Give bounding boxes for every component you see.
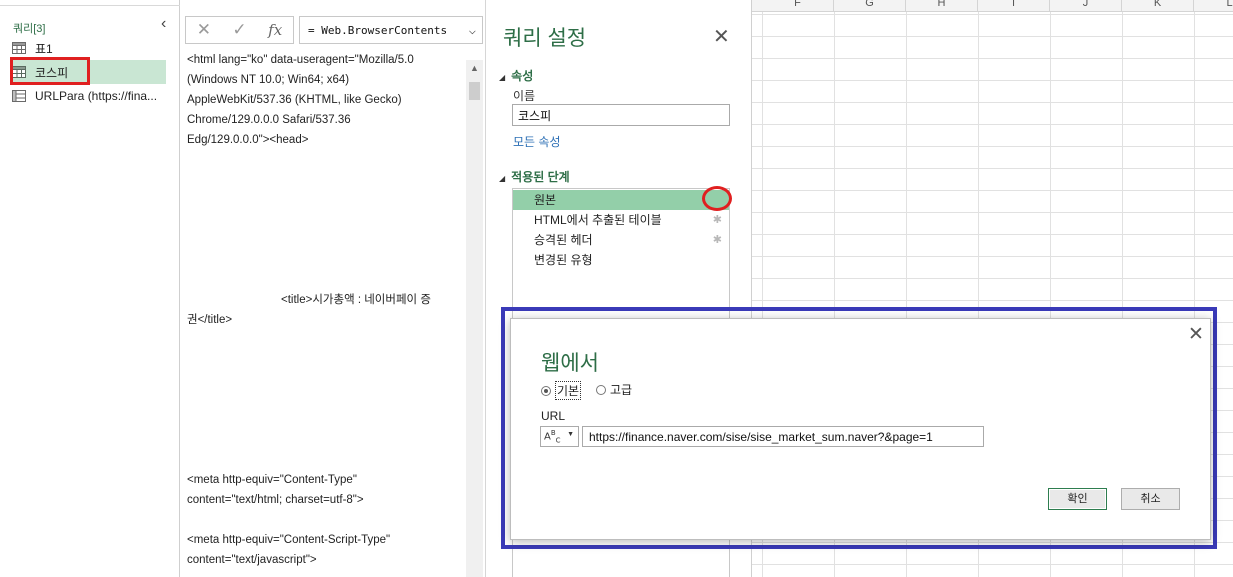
all-properties-link[interactable]: 모든 속성 bbox=[513, 133, 561, 150]
query-item-urlpara[interactable]: URLPara (https://fina... bbox=[12, 84, 166, 108]
table-icon bbox=[12, 42, 26, 54]
url-label: URL bbox=[541, 409, 566, 423]
preview-line: (Windows NT 10.0; Win64; x64) bbox=[187, 74, 350, 86]
column-header-g[interactable]: G bbox=[834, 0, 906, 12]
close-icon[interactable]: ✕ bbox=[713, 24, 730, 49]
scroll-up-arrow-icon[interactable]: ▲ bbox=[470, 63, 479, 73]
dialog-title: 웹에서 bbox=[541, 352, 599, 375]
abc-type-icon: ABC bbox=[544, 428, 561, 445]
radio-label: 기본 bbox=[555, 381, 582, 400]
column-header-i[interactable]: I bbox=[978, 0, 1050, 12]
cancel-button[interactable]: 취소 bbox=[1121, 488, 1180, 510]
step-label: 원본 bbox=[534, 193, 557, 207]
radio-basic[interactable]: 기본 bbox=[541, 381, 582, 400]
formula-controls: ✕ ✓ fx bbox=[185, 16, 294, 44]
preview-line: AppleWebKit/537.36 (KHTML, like Gecko) bbox=[187, 94, 402, 106]
radio-unselected-icon bbox=[596, 384, 606, 395]
step-item-promoted-headers[interactable]: 승격된 헤더 ✱ bbox=[513, 230, 729, 250]
table-icon bbox=[12, 66, 26, 78]
ok-button[interactable]: 확인 bbox=[1048, 488, 1107, 510]
chevron-left-icon[interactable]: ‹ bbox=[161, 15, 166, 33]
query-name-field[interactable] bbox=[512, 104, 730, 126]
preview-line: <meta http-equiv="Content-Script-Type" bbox=[187, 534, 391, 546]
url-input[interactable] bbox=[582, 426, 984, 447]
formula-text: = Web.BrowserContents bbox=[308, 23, 448, 37]
step-label: 변경된 유형 bbox=[534, 253, 593, 267]
properties-section-header[interactable]: ◢ 속성 bbox=[499, 67, 533, 84]
queries-panel: 쿼리[3] ‹ 표1 코스피 URLPara (https://fina... bbox=[0, 0, 180, 577]
close-icon[interactable]: ✕ bbox=[1188, 323, 1204, 346]
preview-area: ✕ ✓ fx = Web.BrowserContents ⌵ <html lan… bbox=[181, 0, 486, 577]
text-type-dropdown[interactable]: ABC ▼ bbox=[540, 426, 579, 447]
query-item-label: URLPara (https://fina... bbox=[35, 89, 158, 103]
collapse-triangle-icon: ◢ bbox=[499, 174, 506, 183]
cancel-icon[interactable]: ✕ bbox=[186, 20, 222, 40]
step-label: 승격된 헤더 bbox=[534, 233, 593, 247]
section-label: 속성 bbox=[511, 69, 534, 83]
applied-steps-header[interactable]: ◢ 적용된 단계 bbox=[499, 168, 570, 185]
preview-line: <html lang="ko" data-useragent="Mozilla/… bbox=[187, 54, 414, 66]
step-item-changed-type[interactable]: 변경된 유형 bbox=[513, 250, 729, 270]
section-label: 적용된 단계 bbox=[511, 170, 570, 184]
column-header-k[interactable]: K bbox=[1122, 0, 1194, 12]
step-item-extracted-table[interactable]: HTML에서 추출된 테이블 ✱ bbox=[513, 210, 729, 230]
step-label: HTML에서 추출된 테이블 bbox=[534, 213, 662, 227]
ribbon-edge bbox=[0, 0, 180, 6]
radio-label: 고급 bbox=[610, 383, 633, 397]
preview-line: <title>시가총액 : 네이버페이 증 bbox=[281, 294, 431, 306]
collapse-triangle-icon: ◢ bbox=[499, 73, 506, 82]
check-icon[interactable]: ✓ bbox=[222, 20, 258, 40]
radio-selected-icon bbox=[541, 385, 551, 396]
preview-line: Edg/129.0.0.0"><head> bbox=[187, 134, 309, 146]
column-header-row: F G H I J K L bbox=[752, 0, 1233, 12]
column-header-j[interactable]: J bbox=[1050, 0, 1122, 12]
column-header-f[interactable]: F bbox=[762, 0, 834, 12]
preview-line: content="text/html; charset=utf-8"> bbox=[187, 494, 364, 506]
radio-advanced[interactable]: 고급 bbox=[596, 381, 632, 398]
name-label: 이름 bbox=[513, 89, 536, 103]
preview-line: 권</title> bbox=[187, 314, 233, 326]
html-preview: <html lang="ko" data-useragent="Mozilla/… bbox=[187, 50, 462, 570]
vertical-scrollbar[interactable]: ▲ bbox=[466, 60, 483, 577]
query-item-table1[interactable]: 표1 bbox=[12, 36, 166, 60]
query-item-label: 표1 bbox=[35, 41, 53, 56]
query-item-label: 코스피 bbox=[35, 65, 69, 80]
from-web-dialog: ✕ 웹에서 기본 고급 URL ABC ▼ 확인 취소 bbox=[510, 318, 1211, 540]
chevron-down-icon[interactable]: ⌵ bbox=[469, 23, 476, 37]
caret-down-icon: ▼ bbox=[567, 431, 574, 438]
column-header-l[interactable]: L bbox=[1194, 0, 1233, 12]
queries-header: 쿼리[3] bbox=[13, 23, 46, 35]
preview-line: <meta http-equiv="Content-Type" bbox=[187, 474, 357, 486]
preview-line: Chrome/129.0.0.0 Safari/537.36 bbox=[187, 114, 351, 126]
column-header-h[interactable]: H bbox=[906, 0, 978, 12]
preview-line: content="text/javascript"> bbox=[187, 554, 317, 566]
step-item-source[interactable]: 원본 bbox=[513, 190, 729, 210]
fx-icon[interactable]: fx bbox=[257, 21, 293, 39]
query-item-kospi[interactable]: 코스피 bbox=[12, 60, 166, 84]
settings-title: 쿼리 설정 bbox=[503, 27, 587, 50]
gear-icon[interactable]: ✱ bbox=[713, 230, 722, 250]
scroll-thumb[interactable] bbox=[469, 82, 480, 100]
formula-input[interactable]: = Web.BrowserContents ⌵ bbox=[299, 16, 483, 44]
gear-icon[interactable]: ✱ bbox=[713, 210, 722, 230]
param-table-icon bbox=[12, 90, 26, 102]
